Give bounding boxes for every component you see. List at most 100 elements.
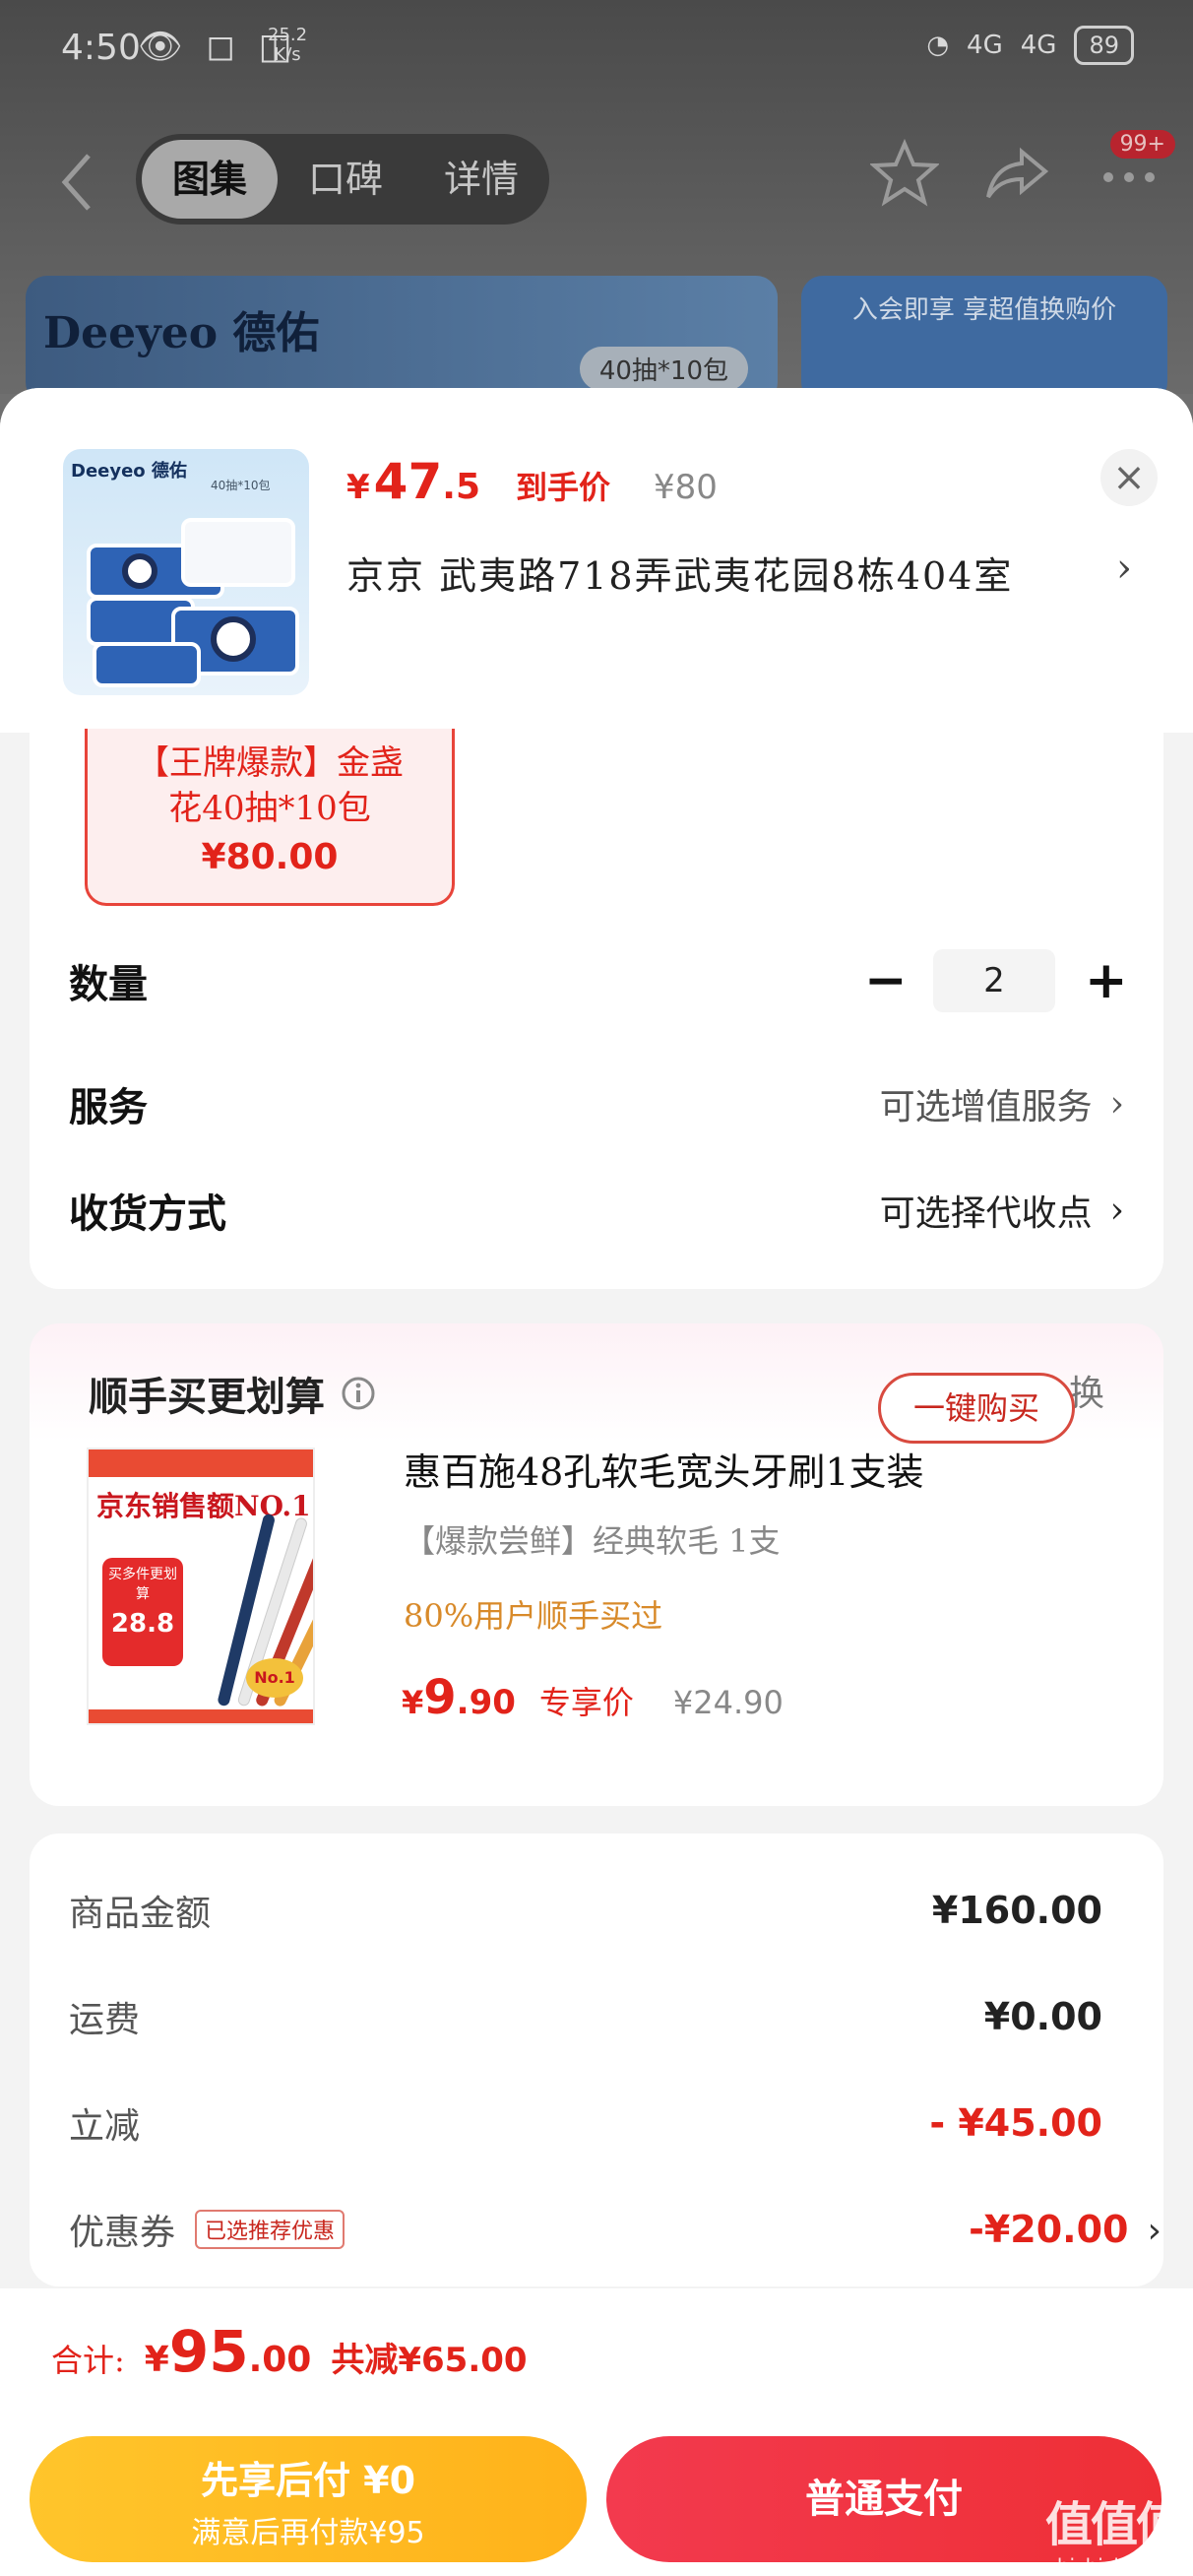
spec-title: 【王牌爆款】金盏花40抽*10包 <box>136 743 404 828</box>
penguin-mascot <box>211 616 256 662</box>
addon-title-text: 顺手买更划算 <box>89 1375 325 1420</box>
addon-purchase-stat: 80%用户顺手买过 <box>404 1597 663 1635</box>
image-price-tag: 买多件更划算 28.8 <box>102 1558 183 1666</box>
service-value-wrap: 可选增值服务 › <box>880 1078 1124 1129</box>
addon-title: 顺手买更划算 <box>89 1365 376 1422</box>
status-time: 4:50 <box>61 28 141 68</box>
background-page: 4:50 👁 ◻ ◫ 25.2 K/s ◔ 4G 4G 89 图集 口碑 详情 … <box>0 0 1193 404</box>
spec-option-selected[interactable]: 【王牌爆款】金盏花40抽*10包 ¥80.00 <box>85 729 455 906</box>
tab-gallery[interactable]: 图集 <box>142 140 278 219</box>
addon-price-label: 专享价 <box>538 1684 634 1721</box>
thumb-brand: Deeyeo 德佑 <box>71 461 187 482</box>
tab-bar: 图集 口碑 详情 <box>136 134 549 225</box>
product-thumbnail: Deeyeo 德佑 40抽*10包 <box>63 449 309 695</box>
summary-row-coupon[interactable]: 优惠券 已选推荐优惠 -¥20.00 › <box>69 2200 1162 2259</box>
top-nav: 图集 口碑 详情 99+ <box>0 128 1193 236</box>
close-button[interactable]: × <box>1100 449 1158 506</box>
quantity-value[interactable]: 2 <box>933 949 1055 1012</box>
order-summary: 商品金额 ¥160.00 运费 ¥0.00 立减 - ¥45.00 优惠券 已选… <box>30 1834 1163 2286</box>
network-speed: 25.2 K/s <box>268 25 308 65</box>
star-icon[interactable] <box>870 138 939 207</box>
image-headline: 京东销售额NO.1 <box>96 1490 311 1522</box>
total-label: 合计: <box>51 2342 125 2379</box>
summary-value: ¥0.00 <box>983 1995 1102 2038</box>
coupon-label-wrap: 优惠券 已选推荐优惠 <box>69 2204 345 2255</box>
addon-original-price: ¥24.90 <box>672 1684 784 1721</box>
delivery-method-label: 收货方式 <box>69 1191 226 1237</box>
tab-details[interactable]: 详情 <box>413 140 549 219</box>
spec-card: 【王牌爆款】金盏花40抽*10包 ¥80.00 数量 − 2 + 服务 可选增值… <box>30 729 1163 1289</box>
delivery-method-value-wrap: 可选择代收点 › <box>880 1185 1124 1236</box>
summary-value: -¥20.00 <box>969 2208 1129 2251</box>
tab-reviews[interactable]: 口碑 <box>278 140 413 219</box>
summary-value: ¥160.00 <box>931 1889 1102 1932</box>
coupon-value-wrap: -¥20.00 › <box>969 2208 1162 2251</box>
status-bar: 4:50 👁 ◻ ◫ 25.2 K/s ◔ 4G 4G 89 <box>0 0 1193 98</box>
addon-price-decimal: .90 <box>456 1683 516 1722</box>
no1-badge: No.1 <box>246 1658 303 1698</box>
signal-icon: 4G <box>967 31 1003 60</box>
chevron-right-icon: › <box>1116 546 1134 591</box>
delivery-method-row[interactable]: 收货方式 可选择代收点 › <box>69 1171 1124 1250</box>
delivery-method-value: 可选择代收点 <box>879 1193 1093 1234</box>
image-bottom-strip <box>89 1709 313 1723</box>
thumb-pack-label: 40抽*10包 <box>211 479 271 492</box>
promo-banner: 入会即享 享超值换购价 <box>801 276 1167 404</box>
minus-icon[interactable]: − <box>864 951 908 1010</box>
addon-price-integer: 9 <box>423 1670 457 1725</box>
service-label: 服务 <box>69 1085 148 1130</box>
service-row[interactable]: 服务 可选增值服务 › <box>69 1064 1124 1143</box>
price-decimal: .5 <box>442 467 480 507</box>
summary-row-goods: 商品金额 ¥160.00 <box>69 1881 1102 1940</box>
close-icon: × <box>1112 455 1146 500</box>
info-icon[interactable] <box>341 1376 376 1411</box>
chevron-right-icon: › <box>1147 2211 1162 2251</box>
price-row: ¥ 47 .5 到手价 ¥80 <box>346 453 718 510</box>
price-label: 到手价 <box>516 469 611 506</box>
share-icon[interactable] <box>982 138 1051 207</box>
total-row: 合计: ¥ 95 .00 共减¥65.00 <box>51 2318 528 2385</box>
image-price-tag-text: 买多件更划算 <box>108 1567 177 1602</box>
summary-label: 立减 <box>69 2106 141 2147</box>
product-banner: Deeyeo 德佑 40抽*10包 <box>26 276 778 404</box>
addon-price-currency: ¥ <box>402 1684 424 1721</box>
watermark: 值值值 zhizhizhi.com <box>1045 2485 1183 2576</box>
banner-pack-label: 40抽*10包 <box>579 347 748 391</box>
back-arrow-icon[interactable] <box>57 148 96 217</box>
chevron-right-icon: › <box>1109 1190 1124 1231</box>
service-value: 可选增值服务 <box>879 1087 1093 1127</box>
image-price-tag-value: 28.8 <box>110 1609 175 1639</box>
price-currency: ¥ <box>346 468 370 507</box>
tissue-pack <box>93 642 201 687</box>
purchase-sheet: Deeyeo 德佑 40抽*10包 ¥ 47 .5 到手价 ¥80 × 京京 武… <box>0 388 1193 2576</box>
total-decimal: .00 <box>248 2340 312 2380</box>
one-click-buy-button[interactable]: 一键购买 <box>878 1373 1075 1444</box>
addon-price-row: ¥ 9 .90 专享价 ¥24.90 <box>402 1670 784 1725</box>
plus-icon[interactable]: + <box>1085 951 1128 1010</box>
total-currency: ¥ <box>144 2340 169 2380</box>
toothbrush-image[interactable]: 京东销售额NO.1 买多件更划算 28.8 No.1 <box>87 1448 315 1725</box>
price-integer: 47 <box>373 453 443 510</box>
pay-later-subtitle: 满意后再付款¥95 <box>191 2516 425 2550</box>
addon-product-name[interactable]: 惠百施48孔软毛宽头牙刷1支装 <box>404 1442 924 1496</box>
tissue-pack <box>181 518 295 587</box>
watermark-site: zhizhizhi.com <box>1046 2554 1180 2576</box>
banner-brand: Deeyeo 德佑 <box>43 308 320 358</box>
summary-row-shipping: 运费 ¥0.00 <box>69 1987 1102 2046</box>
spec-price: ¥80.00 <box>201 837 339 877</box>
summary-label: 优惠券 <box>69 2213 176 2253</box>
quantity-stepper: − 2 + <box>864 949 1128 1012</box>
pay-later-button[interactable]: 先享后付 ¥0 满意后再付款¥95 <box>30 2436 587 2562</box>
battery-indicator: 89 <box>1074 26 1134 65</box>
coupon-tag: 已选推荐优惠 <box>195 2210 345 2249</box>
summary-label: 商品金额 <box>69 1894 212 1934</box>
quantity-label: 数量 <box>69 962 148 1007</box>
total-saved: 共减¥65.00 <box>331 2341 528 2380</box>
status-right: ◔ 4G 4G 89 <box>926 26 1134 65</box>
wifi-icon: ◔ <box>926 31 950 60</box>
summary-value: - ¥45.00 <box>929 2101 1102 2145</box>
addon-product-spec: 【爆款尝鲜】经典软毛 1支 <box>404 1522 781 1560</box>
checkout-footer: 合计: ¥ 95 .00 共减¥65.00 先享后付 ¥0 满意后再付款¥95 … <box>0 2288 1193 2576</box>
address-selector[interactable]: 京京 武夷路718弄武夷花园8栋404室 › <box>346 546 1134 600</box>
signal-icon-2: 4G <box>1020 31 1057 60</box>
